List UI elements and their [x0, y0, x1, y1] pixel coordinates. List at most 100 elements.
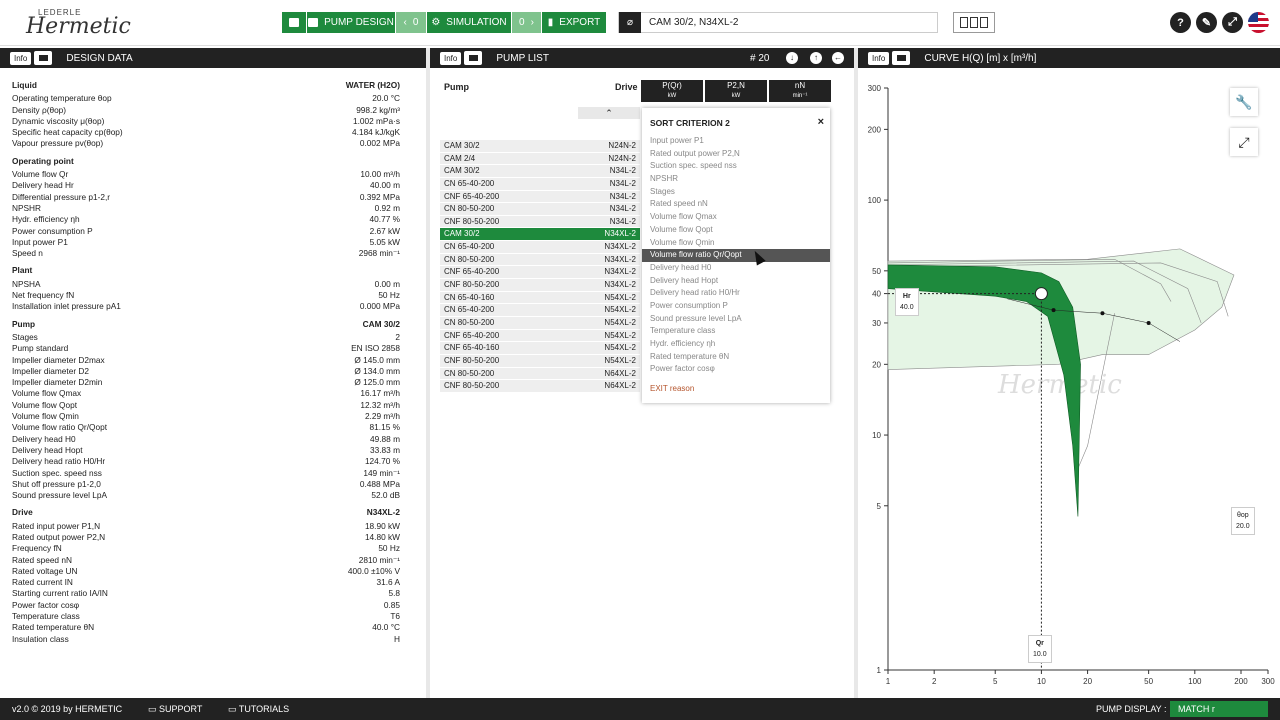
- sort-item[interactable]: Power consumption P: [642, 300, 830, 313]
- sort-item[interactable]: Volume flow Qopt: [642, 224, 830, 237]
- sort-item[interactable]: Temperature class: [642, 325, 830, 338]
- count-a: 0: [412, 17, 419, 28]
- column-2[interactable]: P2,N kW: [705, 80, 767, 102]
- pump-design-button[interactable]: PUMP DESIGN: [307, 12, 395, 33]
- pump-row[interactable]: CAM 30/2 N34L-2: [440, 165, 640, 178]
- pump-row[interactable]: CAM 30/2 N24N-2: [440, 140, 640, 153]
- tutorials-label: TUTORIALS: [238, 704, 290, 714]
- pump-row[interactable]: CAM 2/4 N24N-2: [440, 152, 640, 166]
- panel-divider[interactable]: [426, 48, 430, 698]
- y-tick-label: 300: [868, 84, 882, 93]
- sort-item[interactable]: Suction spec. speed nss: [642, 160, 830, 173]
- column-drive[interactable]: Drive: [615, 82, 638, 92]
- design-row: Hydr. efficiency ηh 40.77 %: [12, 214, 400, 225]
- simulation-button[interactable]: ⚙ SIMULATION: [427, 12, 511, 33]
- y-tick-label: 50: [872, 267, 881, 276]
- sort-item[interactable]: Input power P1: [642, 135, 830, 148]
- footer: v2.0 © 2019 by HERMETIC ▭ SUPPORT ▭ TUTO…: [0, 698, 1280, 720]
- qr-label: Qr: [1035, 640, 1044, 647]
- column-pump[interactable]: Pump: [444, 82, 469, 92]
- pump-row[interactable]: CN 80-50-200 N34L-2: [440, 203, 640, 216]
- sort-item[interactable]: Volume flow ratio Qr/Qopt: [642, 249, 830, 262]
- design-row: Impeller diameter D2 Ø 134.0 mm: [12, 365, 400, 376]
- info-button[interactable]: Info: [10, 51, 32, 65]
- chart-fullscreen-button[interactable]: ⤢: [1230, 128, 1258, 156]
- sort-item[interactable]: Rated output power P2,N: [642, 148, 830, 161]
- chart-settings-button[interactable]: 🔧: [1230, 88, 1258, 116]
- fullscreen-button[interactable]: ⤢: [1222, 12, 1243, 33]
- pump-row[interactable]: CNF 80-50-200 N34L-2: [440, 215, 640, 229]
- us-flag-icon[interactable]: [1248, 12, 1269, 33]
- sort-item[interactable]: Delivery head H0: [642, 262, 830, 275]
- sort-arrow-button[interactable]: ⌃: [578, 107, 640, 119]
- pump-row[interactable]: CN 65-40-200 N54XL-2: [440, 304, 640, 317]
- column-3[interactable]: nN min⁻¹: [769, 80, 831, 102]
- tutorials-link[interactable]: ▭ TUTORIALS: [228, 704, 289, 715]
- arrow-up-icon[interactable]: ↑: [810, 52, 822, 64]
- pump-row[interactable]: CNF 80-50-200 N54XL-2: [440, 354, 640, 368]
- pump-design-label: PUMP DESIGN: [324, 17, 394, 28]
- pump-row[interactable]: CNF 80-50-200 N64XL-2: [440, 380, 640, 393]
- sort-item[interactable]: Volume flow Qmax: [642, 211, 830, 224]
- monitor-icon[interactable]: [34, 51, 53, 65]
- pump-row[interactable]: CN 65-40-200 N34XL-2: [440, 241, 640, 254]
- simulation-count[interactable]: 0 ›: [512, 12, 541, 33]
- pump-row[interactable]: CNF 65-40-200 N54XL-2: [440, 329, 640, 343]
- sort-item[interactable]: Rated speed nN: [642, 198, 830, 211]
- x-tick-label: 100: [1188, 677, 1202, 686]
- pump-row[interactable]: CN 65-40-160 N54XL-2: [440, 291, 640, 305]
- monitor-icon[interactable]: [892, 51, 911, 65]
- info-button[interactable]: Info: [868, 51, 890, 65]
- sort-item[interactable]: Delivery head Hopt: [642, 275, 830, 288]
- pump-row[interactable]: CN 80-50-200 N54XL-2: [440, 316, 640, 330]
- sort-item[interactable]: Volume flow Qmin: [642, 237, 830, 250]
- y-tick-label: 1: [877, 666, 882, 675]
- sort-item[interactable]: Power factor cosφ: [642, 363, 830, 376]
- sort-item[interactable]: NPSHR: [642, 173, 830, 186]
- pump-row[interactable]: CNF 80-50-200 N34XL-2: [440, 279, 640, 292]
- export-label: EXPORT: [559, 17, 601, 28]
- support-link[interactable]: ▭ SUPPORT: [148, 704, 202, 715]
- help-button[interactable]: ?: [1170, 12, 1191, 33]
- chevron-up-icon: ⌃: [605, 108, 613, 118]
- sort-criterion-popup: SORT CRITERION 2 × Input power P1 Rated o…: [642, 108, 830, 403]
- design-row: Density ρ(θop) 998.2 kg/m³: [12, 104, 400, 115]
- arrow-down-icon[interactable]: ↓: [786, 52, 798, 64]
- sort-item[interactable]: Delivery head ratio H0/Hr: [642, 287, 830, 300]
- simulation-label: SIMULATION: [446, 17, 507, 28]
- sort-item[interactable]: Hydr. efficiency ηh: [642, 338, 830, 351]
- folder-button[interactable]: [282, 12, 306, 33]
- sort-item[interactable]: Sound pressure level LpA: [642, 313, 830, 326]
- settings-button[interactable]: ✎: [1196, 12, 1217, 33]
- pump-selection-field[interactable]: ⌀ CAM 30/2, N34XL-2: [618, 12, 938, 33]
- info-button[interactable]: Info: [440, 51, 462, 65]
- pump-row[interactable]: CAM 30/2 N34XL-2: [440, 228, 640, 242]
- monitor-icon[interactable]: [464, 51, 483, 65]
- arrow-left-icon[interactable]: ←: [832, 52, 844, 64]
- pump-display-select[interactable]: MATCH r: [1170, 701, 1268, 717]
- pump-row[interactable]: CN 65-40-200 N34L-2: [440, 177, 640, 191]
- layout-toggle-button[interactable]: [953, 12, 995, 33]
- design-row: Sound pressure level LpA 52.0 dB: [12, 490, 400, 501]
- design-group-heading: Operating point: [12, 155, 74, 166]
- design-row: Pump standard EN ISO 2858: [12, 343, 400, 354]
- y-tick-label: 30: [872, 319, 881, 328]
- pump-row[interactable]: CNF 65-40-160 N54XL-2: [440, 342, 640, 355]
- pump-design-count[interactable]: ‹ 0: [396, 12, 426, 33]
- expand-icon: ⤢: [1228, 16, 1237, 28]
- hr-value: 40.0: [900, 304, 914, 311]
- sort-item[interactable]: Rated temperature θN: [642, 351, 830, 364]
- export-button[interactable]: ▮ EXPORT: [542, 12, 606, 33]
- pump-row[interactable]: CNF 65-40-200 N34L-2: [440, 190, 640, 204]
- sort-item[interactable]: Stages: [642, 186, 830, 199]
- design-row: Insulation class H: [12, 633, 400, 644]
- close-icon[interactable]: ×: [818, 116, 824, 128]
- table-icon: [308, 18, 319, 27]
- question-icon: ?: [1177, 16, 1184, 29]
- pump-row[interactable]: CN 80-50-200 N64XL-2: [440, 367, 640, 381]
- column-1[interactable]: P(Qr) kW: [641, 80, 703, 102]
- design-group: Drive N34XL-2 Rated input power P1,N 18.90 …: [12, 507, 400, 645]
- pump-row[interactable]: CNF 65-40-200 N34XL-2: [440, 266, 640, 280]
- pump-row[interactable]: CN 80-50-200 N34XL-2: [440, 253, 640, 267]
- sort-item-exit-reason[interactable]: EXIT reason: [650, 384, 694, 393]
